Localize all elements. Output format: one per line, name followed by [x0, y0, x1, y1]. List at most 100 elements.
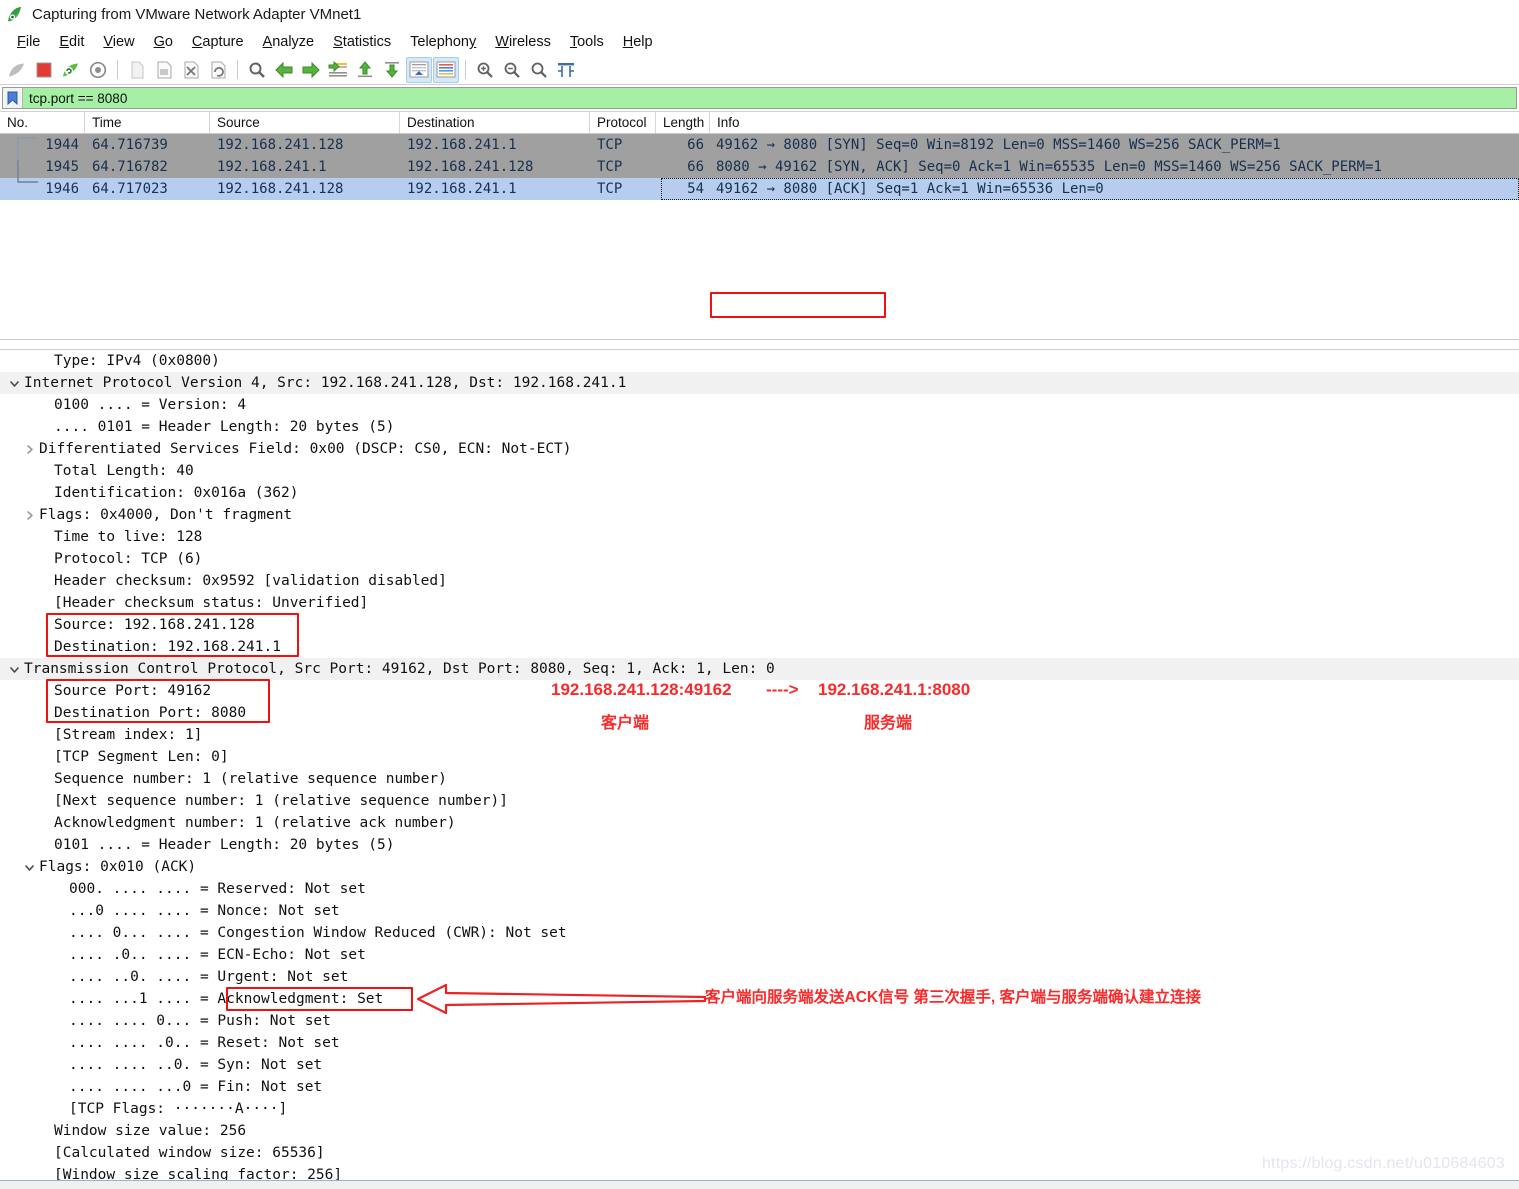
- table-row[interactable]: 1945 64.716782 192.168.241.1 192.168.241…: [0, 156, 1519, 178]
- chevron-down-icon[interactable]: [8, 377, 21, 390]
- column-header-time[interactable]: Time: [85, 112, 210, 133]
- tree-item-label: Transmission Control Protocol, Src Port:…: [24, 661, 775, 677]
- column-header-source[interactable]: Source: [210, 112, 400, 133]
- menu-telephony[interactable]: Telephony: [401, 32, 486, 52]
- go-to-last-packet-icon[interactable]: [379, 57, 405, 83]
- packet-details-pane[interactable]: Type: IPv4 (0x0800) Internet Protocol Ver…: [0, 350, 1519, 1180]
- find-packet-icon[interactable]: [244, 57, 270, 83]
- menu-go[interactable]: Go: [145, 32, 183, 52]
- tree-item[interactable]: Sequence number: 1 (relative sequence nu…: [0, 768, 1519, 790]
- chevron-down-icon[interactable]: [23, 861, 36, 874]
- tree-item[interactable]: 0101 .... = Header Length: 20 bytes (5): [0, 834, 1519, 856]
- resize-columns-icon[interactable]: [553, 57, 579, 83]
- auto-scroll-icon[interactable]: [406, 56, 432, 83]
- table-row[interactable]: 1944 64.716739 192.168.241.128 192.168.2…: [0, 134, 1519, 156]
- window-title: Capturing from VMware Network Adapter VM…: [32, 6, 362, 23]
- start-capture-icon[interactable]: [4, 57, 30, 83]
- tree-item[interactable]: Header checksum: 0x9592 [validation disa…: [0, 570, 1519, 592]
- tree-item[interactable]: Protocol: TCP (6): [0, 548, 1519, 570]
- menu-tools[interactable]: Tools: [561, 32, 614, 52]
- stop-capture-icon[interactable]: [31, 57, 57, 83]
- column-header-protocol[interactable]: Protocol: [590, 112, 656, 133]
- tree-item[interactable]: Transmission Control Protocol, Src Port:…: [0, 658, 1519, 680]
- tree-item[interactable]: .... .... 0... = Push: Not set: [0, 1010, 1519, 1032]
- menu-bar[interactable]: File Edit View Go Capture Analyze Statis…: [0, 29, 1519, 55]
- tree-item[interactable]: .... .... ...0 = Fin: Not set: [0, 1076, 1519, 1098]
- pane-splitter[interactable]: [0, 339, 1519, 350]
- tree-item[interactable]: .... 0... .... = Congestion Window Reduc…: [0, 922, 1519, 944]
- close-file-icon[interactable]: [178, 57, 204, 83]
- go-to-packet-icon[interactable]: [325, 57, 351, 83]
- chevron-right-icon[interactable]: [23, 509, 36, 522]
- colorize-packets-icon[interactable]: [433, 56, 459, 83]
- tree-item-label: 000. .... .... = Reserved: Not set: [69, 881, 366, 897]
- reload-file-icon[interactable]: [205, 57, 231, 83]
- chevron-down-icon[interactable]: [8, 663, 21, 676]
- menu-help[interactable]: Help: [614, 32, 663, 52]
- tree-item[interactable]: [Stream index: 1]: [0, 724, 1519, 746]
- tree-item[interactable]: .... 0101 = Header Length: 20 bytes (5): [0, 416, 1519, 438]
- menu-wireless[interactable]: Wireless: [486, 32, 561, 52]
- tree-item[interactable]: .... ..0. .... = Urgent: Not set: [0, 966, 1519, 988]
- tree-item[interactable]: [Header checksum status: Unverified]: [0, 592, 1519, 614]
- normal-size-icon[interactable]: [526, 57, 552, 83]
- menu-file[interactable]: File: [8, 32, 50, 52]
- tree-item[interactable]: Window size value: 256: [0, 1120, 1519, 1142]
- tree-item[interactable]: Destination Port: 8080: [0, 702, 1519, 724]
- tree-item[interactable]: ...0 .... .... = Nonce: Not set: [0, 900, 1519, 922]
- tree-item[interactable]: .... .0.. .... = ECN-Echo: Not set: [0, 944, 1519, 966]
- tree-item[interactable]: Time to live: 128: [0, 526, 1519, 548]
- tree-item[interactable]: Flags: 0x4000, Don't fragment: [0, 504, 1519, 526]
- tree-item[interactable]: Destination: 192.168.241.1: [0, 636, 1519, 658]
- chevron-right-icon[interactable]: [23, 443, 36, 456]
- menu-capture[interactable]: Capture: [183, 32, 254, 52]
- tree-item[interactable]: Internet Protocol Version 4, Src: 192.16…: [0, 372, 1519, 394]
- go-back-icon[interactable]: [271, 57, 297, 83]
- tree-item[interactable]: Acknowledgment number: 1 (relative ack n…: [0, 812, 1519, 834]
- zoom-in-icon[interactable]: [472, 57, 498, 83]
- tree-item[interactable]: Type: IPv4 (0x0800): [0, 350, 1519, 372]
- tree-item[interactable]: Source: 192.168.241.128: [0, 614, 1519, 636]
- tree-item[interactable]: 0100 .... = Version: 4: [0, 394, 1519, 416]
- go-forward-icon[interactable]: [298, 57, 324, 83]
- tree-item[interactable]: [Next sequence number: 1 (relative seque…: [0, 790, 1519, 812]
- tree-item[interactable]: Total Length: 40: [0, 460, 1519, 482]
- save-file-icon[interactable]: [151, 57, 177, 83]
- column-header-info[interactable]: Info: [710, 112, 1510, 133]
- go-to-first-packet-icon[interactable]: [352, 57, 378, 83]
- tree-item[interactable]: .... .... ..0. = Syn: Not set: [0, 1054, 1519, 1076]
- restart-capture-icon[interactable]: [58, 57, 84, 83]
- tree-item[interactable]: .... ...1 .... = Acknowledgment: Set: [0, 988, 1519, 1010]
- bookmark-icon[interactable]: [3, 88, 23, 108]
- tree-item[interactable]: Source Port: 49162: [0, 680, 1519, 702]
- tree-item[interactable]: [TCP Segment Len: 0]: [0, 746, 1519, 768]
- zoom-out-icon[interactable]: [499, 57, 525, 83]
- tree-item[interactable]: Differentiated Services Field: 0x00 (DSC…: [0, 438, 1519, 460]
- column-header-destination[interactable]: Destination: [400, 112, 590, 133]
- display-filter-input[interactable]: [23, 88, 1516, 108]
- tree-item[interactable]: [TCP Flags: ·······A····]: [0, 1098, 1519, 1120]
- tree-item-label: Total Length: 40: [54, 463, 194, 479]
- open-file-icon[interactable]: [124, 57, 150, 83]
- menu-edit[interactable]: Edit: [50, 32, 94, 52]
- tree-item[interactable]: [Calculated window size: 65536]: [0, 1142, 1519, 1164]
- tree-item-label: [Calculated window size: 65536]: [54, 1145, 325, 1161]
- column-header-length[interactable]: Length: [656, 112, 710, 133]
- table-row[interactable]: 1946 64.717023 192.168.241.128 192.168.2…: [0, 178, 1519, 200]
- menu-view[interactable]: View: [94, 32, 144, 52]
- capture-options-icon[interactable]: [85, 57, 111, 83]
- tree-item[interactable]: 000. .... .... = Reserved: Not set: [0, 878, 1519, 900]
- tree-item[interactable]: [Window size scaling factor: 256]: [0, 1164, 1519, 1180]
- menu-analyze[interactable]: Analyze: [254, 32, 325, 52]
- tree-item[interactable]: .... .... .0.. = Reset: Not set: [0, 1032, 1519, 1054]
- tree-item[interactable]: Identification: 0x016a (362): [0, 482, 1519, 504]
- menu-statistics[interactable]: Statistics: [324, 32, 401, 52]
- packet-list-pane[interactable]: No. Time Source Destination Protocol Len…: [0, 111, 1519, 339]
- column-header-no[interactable]: No.: [0, 112, 85, 133]
- display-filter-bar[interactable]: [2, 87, 1517, 109]
- tree-item[interactable]: Flags: 0x010 (ACK): [0, 856, 1519, 878]
